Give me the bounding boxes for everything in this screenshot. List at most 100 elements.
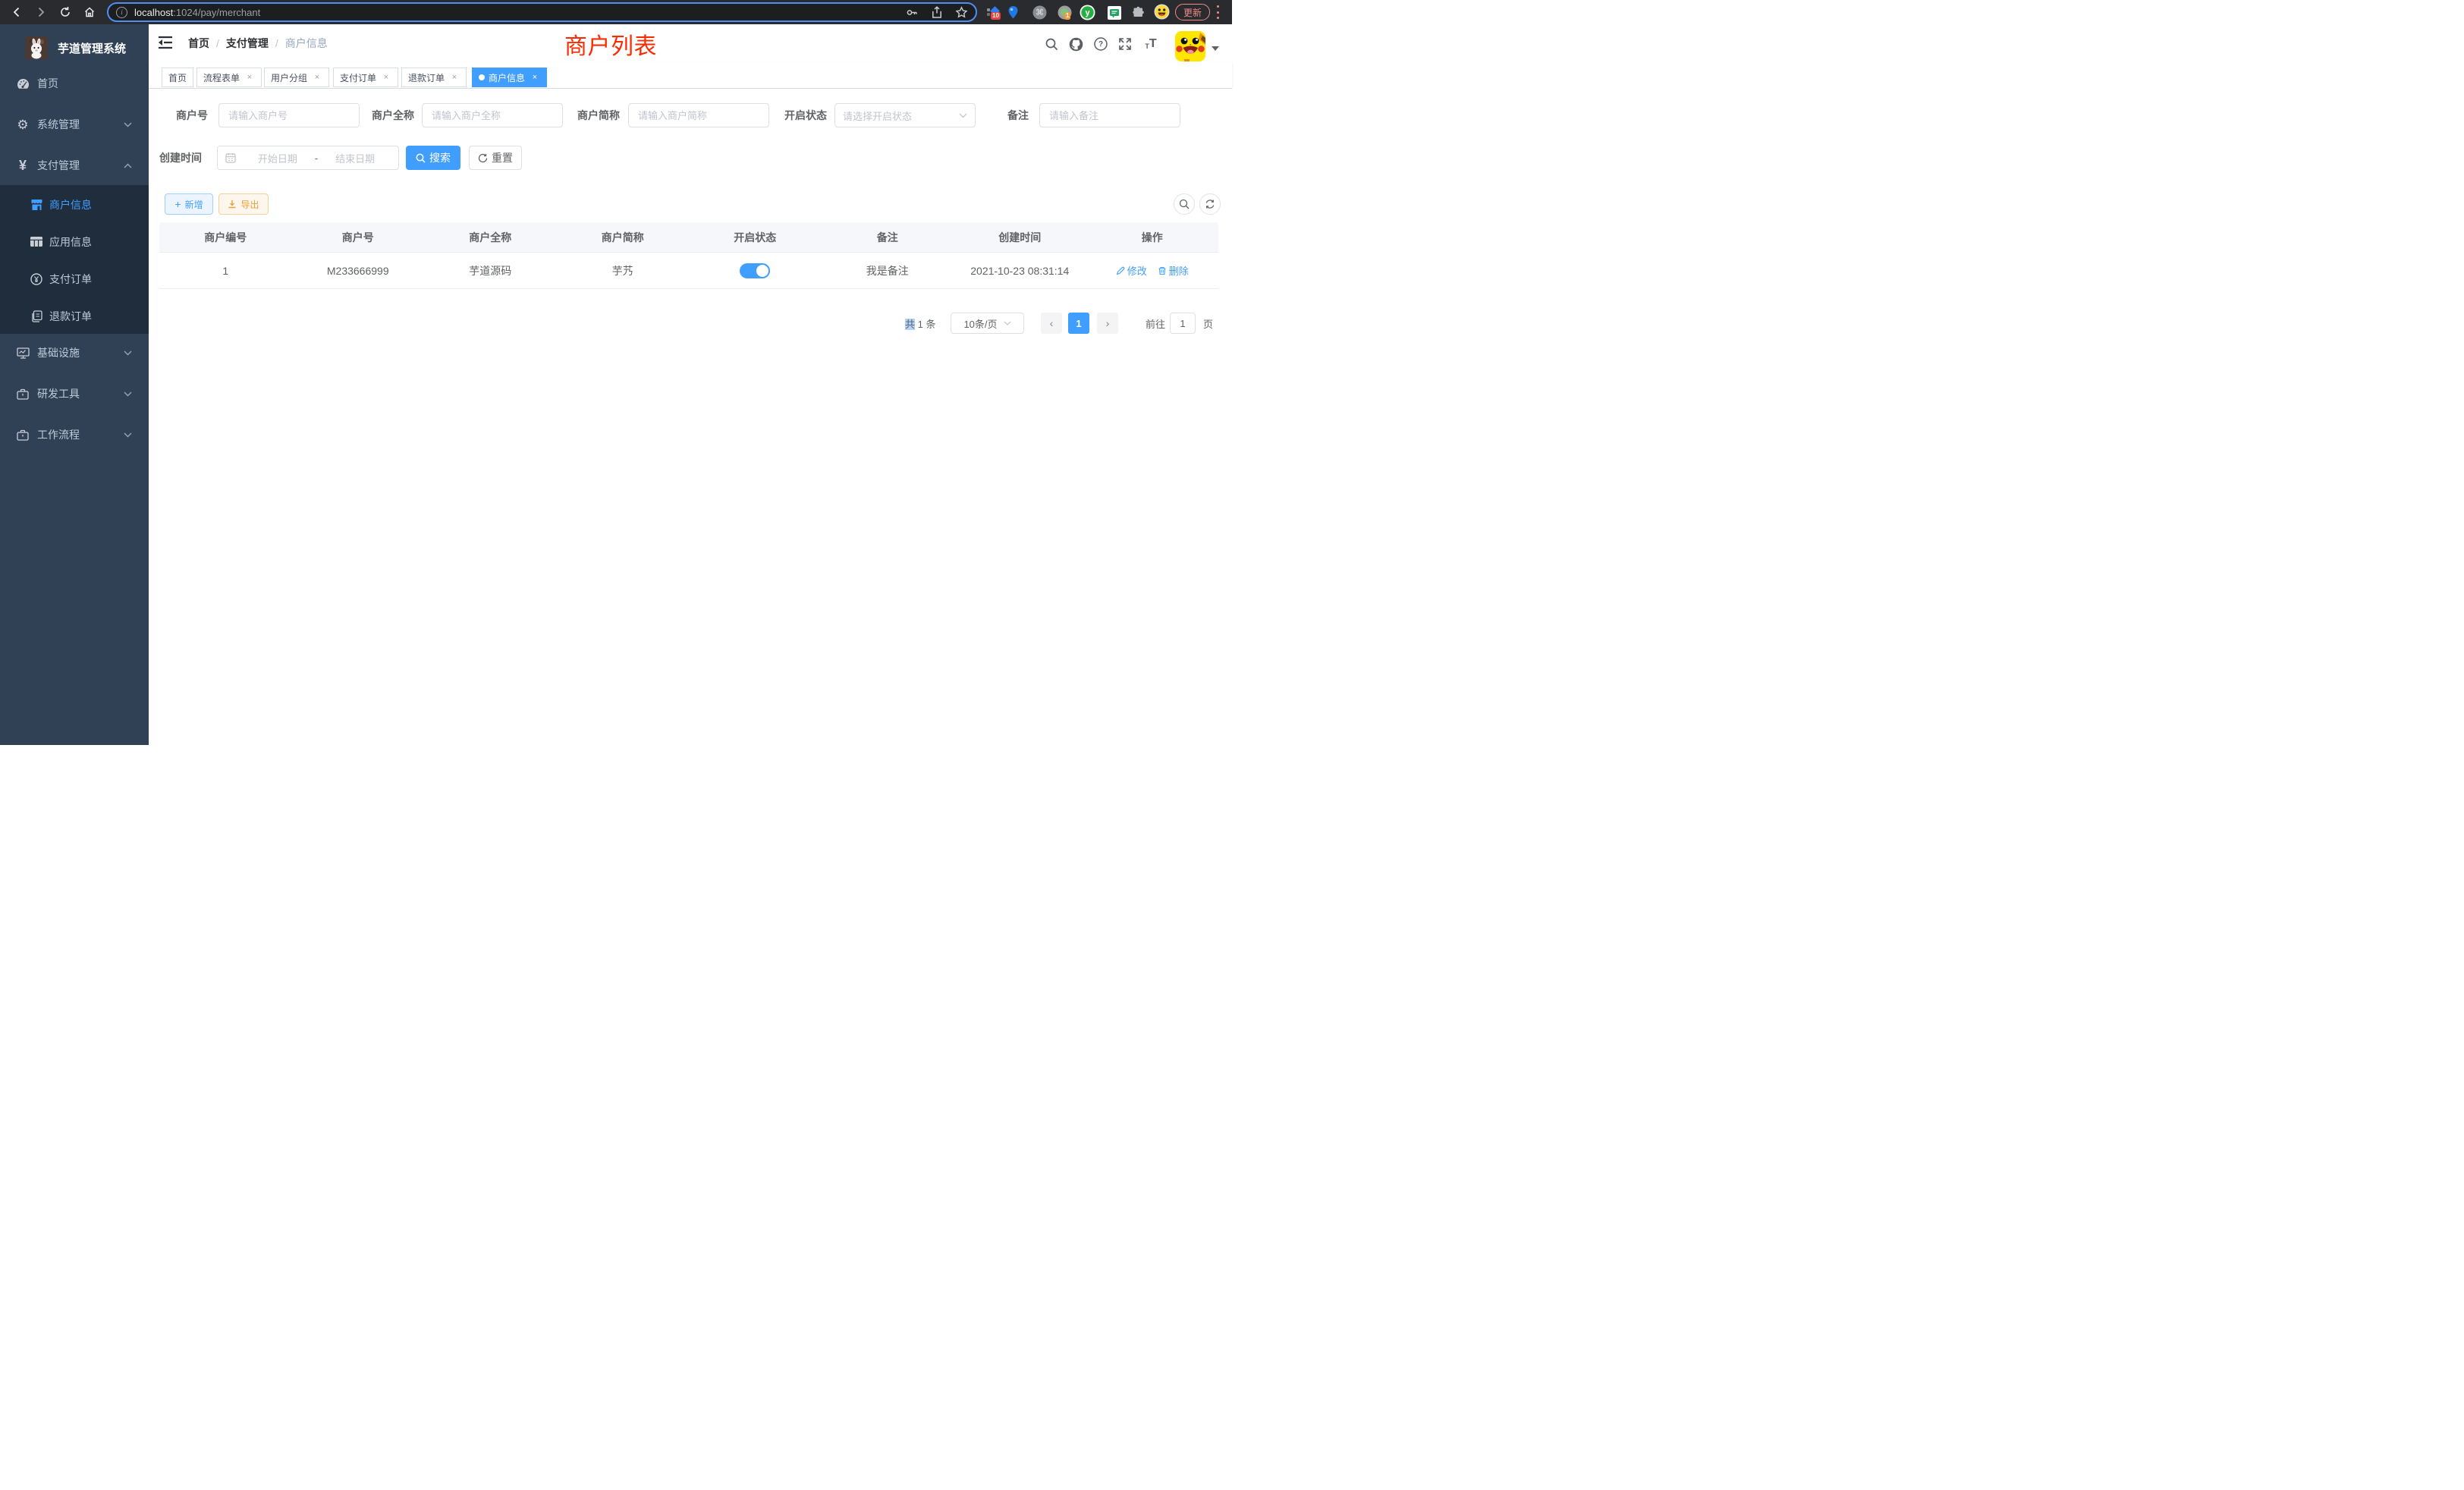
col-header: 商户编号 (159, 222, 292, 252)
sidebar-item-infra[interactable]: 基础设施 (0, 332, 149, 373)
sidebar-item-label: 首页 (37, 76, 58, 91)
next-page-button[interactable]: › (1097, 313, 1118, 334)
date-start-placeholder[interactable]: 开始日期 (242, 151, 313, 165)
sidebar-item-dev-tools[interactable]: 研发工具 (0, 373, 149, 414)
close-icon[interactable]: × (530, 72, 540, 83)
sidebar-item-app-info[interactable]: 应用信息 (0, 223, 149, 260)
goto-label: 前往 (1146, 316, 1165, 331)
breadcrumb-home[interactable]: 首页 (188, 36, 209, 51)
sidebar-item-pay-order[interactable]: 支付订单 (0, 260, 149, 297)
avatar-dropdown-caret-icon[interactable] (1212, 46, 1219, 51)
create-time-range-picker[interactable]: 开始日期 - 结束日期 (217, 146, 399, 170)
extension-chat-icon[interactable] (1107, 5, 1121, 20)
add-button[interactable]: + 新增 (165, 193, 213, 215)
page-number-button[interactable]: 1 (1068, 313, 1089, 334)
create-time-label: 创建时间 (150, 146, 202, 170)
breadcrumb: 首页 / 支付管理 / 商户信息 (188, 24, 328, 62)
extension-command-icon[interactable]: ⌘ (1032, 5, 1047, 20)
share-icon[interactable] (931, 6, 943, 19)
extension-badge: 10 (991, 12, 1001, 20)
profile-avatar-emoji[interactable] (1154, 4, 1170, 20)
bookmark-star-icon[interactable] (955, 6, 968, 19)
extension-pin-icon[interactable] (1006, 5, 1020, 20)
yen-circle-icon (30, 273, 43, 285)
fullscreen-icon[interactable] (1117, 36, 1133, 52)
extension-y-icon[interactable]: y (1080, 5, 1095, 20)
reload-icon[interactable] (58, 5, 73, 20)
sidebar-item-merchant-info[interactable]: 商户信息 (0, 186, 149, 223)
date-end-placeholder[interactable]: 结束日期 (319, 151, 391, 165)
tags-view-bar: 首页 流程表单× 用户分组× 支付订单× 退款订单× 商户信息× (149, 62, 1232, 89)
short-name-label: 商户简称 (570, 103, 620, 127)
back-icon[interactable] (9, 5, 24, 20)
top-navbar: 首页 / 支付管理 / 商户信息 ? TT (149, 24, 1232, 62)
browser-menu-icon[interactable] (1216, 5, 1219, 19)
url-bar[interactable]: i localhost:1024/pay/merchant (107, 2, 977, 22)
password-key-icon[interactable] (906, 6, 919, 19)
extension-proxy-icon[interactable]: 1 (1058, 5, 1072, 20)
browser-update-button[interactable]: 更新 (1175, 4, 1210, 20)
user-avatar[interactable] (1175, 31, 1205, 61)
close-icon[interactable]: × (449, 72, 460, 83)
pencil-icon (1116, 266, 1125, 275)
merchant-no-input[interactable] (218, 103, 360, 127)
export-button[interactable]: 导出 (218, 193, 269, 215)
pagination-total: 共 1 条 (905, 316, 935, 331)
breadcrumb-current: 商户信息 (285, 36, 328, 51)
app-logo[interactable]: 芋道管理系统 (0, 30, 149, 65)
short-name-input[interactable] (628, 103, 769, 127)
col-header: 商户全称 (424, 222, 557, 252)
table-search-toggle-button[interactable] (1174, 193, 1195, 215)
chevron-down-icon (959, 113, 967, 118)
goto-page-input[interactable] (1170, 313, 1196, 334)
yen-icon: ¥ (16, 159, 30, 172)
prev-page-button[interactable]: ‹ (1041, 313, 1062, 334)
plus-icon: + (174, 199, 181, 209)
page-size-select[interactable]: 10条/页 (951, 313, 1024, 334)
site-info-icon[interactable]: i (116, 7, 127, 18)
cell-short-name: 芋艿 (557, 253, 690, 288)
status-toggle[interactable] (740, 263, 770, 278)
status-select[interactable]: 请选择开启状态 (834, 103, 976, 127)
sidebar-item-label: 商户信息 (49, 197, 92, 212)
font-size-icon[interactable]: TT (1141, 36, 1161, 52)
extension-raindrop-icon[interactable]: 10 (986, 5, 1001, 20)
chevron-down-icon (124, 432, 132, 438)
grid-icon (30, 237, 43, 247)
briefcase-icon (16, 388, 30, 400)
sidebar-collapse-icon[interactable] (158, 36, 173, 51)
table-refresh-button[interactable] (1199, 193, 1221, 215)
table-row: 1 M233666999 芋道源码 芋艿 我是备注 2021-10-23 08:… (159, 253, 1218, 289)
forward-icon[interactable] (33, 5, 49, 20)
sidebar-item-refund-order[interactable]: 退款订单 (0, 297, 149, 335)
sidebar-item-system[interactable]: ⚙ 系统管理 (0, 104, 149, 145)
search-button[interactable]: 搜索 (406, 146, 460, 170)
close-icon[interactable]: × (381, 72, 391, 83)
home-icon[interactable] (82, 5, 97, 20)
reset-button[interactable]: 重置 (469, 146, 522, 170)
close-icon[interactable]: × (244, 72, 255, 83)
sidebar-item-pay[interactable]: ¥ 支付管理 (0, 145, 149, 186)
delete-link[interactable]: 删除 (1158, 263, 1189, 278)
help-icon[interactable]: ? (1093, 36, 1108, 52)
url-text[interactable]: localhost:1024/pay/merchant (134, 7, 260, 18)
edit-link[interactable]: 修改 (1116, 263, 1147, 278)
status-label: 开启状态 (777, 103, 827, 127)
github-icon[interactable] (1068, 36, 1083, 52)
full-name-input[interactable] (422, 103, 563, 127)
tag-process-form[interactable]: 流程表单× (196, 68, 262, 87)
col-header: 开启状态 (689, 222, 822, 252)
tag-user-group[interactable]: 用户分组× (264, 68, 329, 87)
tag-home[interactable]: 首页 (162, 68, 193, 87)
tag-merchant-info[interactable]: 商户信息× (472, 68, 547, 87)
close-icon[interactable]: × (312, 72, 322, 83)
sidebar-item-workflow[interactable]: 工作流程 (0, 414, 149, 455)
breadcrumb-pay[interactable]: 支付管理 (226, 36, 269, 51)
remark-input[interactable] (1039, 103, 1180, 127)
tag-refund-order[interactable]: 退款订单× (401, 68, 467, 87)
sidebar-item-home[interactable]: 首页 (0, 63, 149, 104)
sidebar-item-label: 支付管理 (37, 158, 80, 173)
extensions-puzzle-icon[interactable] (1131, 5, 1146, 20)
tag-pay-order[interactable]: 支付订单× (333, 68, 398, 87)
header-search-icon[interactable] (1044, 36, 1059, 52)
